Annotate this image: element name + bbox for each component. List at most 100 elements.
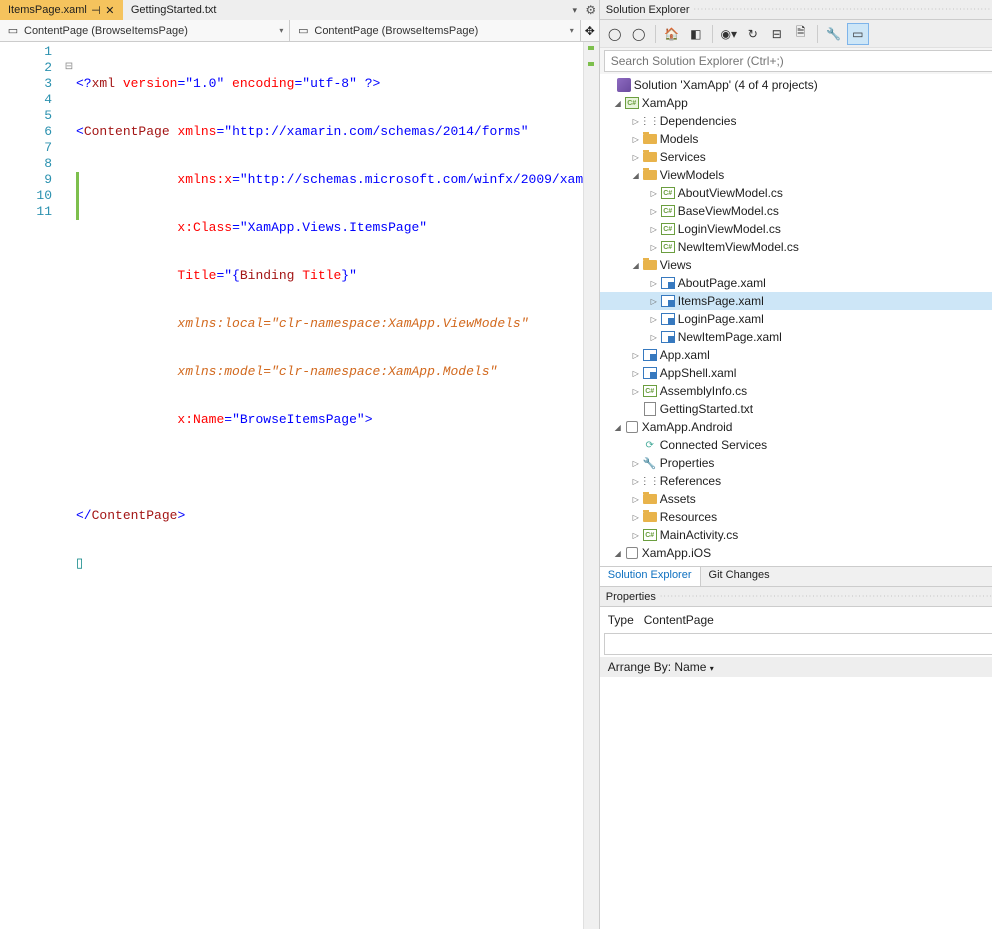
csproj-icon: C# <box>624 95 640 111</box>
expand-icon[interactable]: ▷ <box>648 315 660 324</box>
back-icon[interactable]: ◯ <box>604 23 626 45</box>
tree-project-android[interactable]: XamApp.Android <box>642 420 733 434</box>
sync-icon[interactable]: ↻ <box>742 23 764 45</box>
tab-gettingstarted[interactable]: GettingStarted.txt <box>123 0 225 20</box>
tree-item[interactable]: LoginViewModel.cs <box>678 222 781 236</box>
tree-item[interactable]: NewItemViewModel.cs <box>678 240 799 254</box>
tab-itemspage[interactable]: ItemsPage.xaml ⊣ ✕ <box>0 0 123 20</box>
tree-item[interactable]: AppShell.xaml <box>660 366 737 380</box>
home-icon[interactable]: 🏠 <box>661 23 683 45</box>
tree-item-models[interactable]: Models <box>660 132 699 146</box>
expand-icon[interactable]: ▷ <box>630 351 642 360</box>
tree-item[interactable]: BaseViewModel.cs <box>678 204 779 218</box>
android-proj-icon <box>624 419 640 435</box>
expand-icon[interactable]: ▷ <box>648 207 660 216</box>
expand-icon[interactable]: ▷ <box>648 243 660 252</box>
tab-git-changes[interactable]: Git Changes <box>701 567 778 586</box>
expand-icon[interactable]: ▷ <box>630 135 642 144</box>
tab-settings-icon[interactable]: ⚙ <box>583 3 599 17</box>
tree-item[interactable]: AboutViewModel.cs <box>678 186 783 200</box>
connected-services-icon: ⟳ <box>642 437 658 453</box>
tree-item-dependencies[interactable]: Dependencies <box>660 114 737 128</box>
fold-toggle[interactable]: ⊟ <box>62 60 76 76</box>
tab-label: ItemsPage.xaml <box>8 4 87 16</box>
expand-icon[interactable]: ▷ <box>648 189 660 198</box>
expand-icon[interactable]: ▷ <box>648 333 660 342</box>
expand-icon[interactable]: ◢ <box>612 549 624 558</box>
expand-icon[interactable]: ▷ <box>630 387 642 396</box>
tree-item[interactable]: MainActivity.cs <box>660 528 738 542</box>
tree-item-views[interactable]: Views <box>660 258 692 272</box>
tab-overflow-icon[interactable]: ▾ <box>567 5 583 16</box>
tree-item-viewmodels[interactable]: ViewModels <box>660 168 724 182</box>
tree-project-ios[interactable]: XamApp.iOS <box>642 546 711 560</box>
expand-icon[interactable]: ◢ <box>630 171 642 180</box>
expand-icon[interactable]: ◢ <box>612 99 624 108</box>
tab-solution-explorer[interactable]: Solution Explorer <box>600 566 701 586</box>
solution-tree[interactable]: Solution 'XamApp' (4 of 4 projects) ◢C#X… <box>600 74 992 566</box>
solution-search-input[interactable] <box>605 54 992 68</box>
expand-icon[interactable]: ▷ <box>630 513 642 522</box>
wrench-icon: 🔧 <box>642 455 658 471</box>
expand-icon[interactable]: ▷ <box>648 225 660 234</box>
nav-member-label: ContentPage (BrowseItemsPage) <box>314 25 478 37</box>
tree-item-itemspage[interactable]: ItemsPage.xaml <box>678 294 764 308</box>
tree-item[interactable]: References <box>660 474 721 488</box>
chevron-down-icon: ▾ <box>710 664 714 673</box>
expand-icon[interactable]: ▷ <box>648 279 660 288</box>
type-value: ContentPage <box>644 613 714 627</box>
properties-search[interactable]: 🔍 <box>604 633 992 655</box>
text-file-icon <box>642 401 658 417</box>
nav-scope-dropdown[interactable]: ▭ ContentPage (BrowseItemsPage) ▾ <box>0 20 290 42</box>
solution-explorer-header: Solution Explorer ⋅⋅⋅⋅⋅⋅⋅⋅⋅⋅⋅⋅⋅⋅⋅⋅⋅⋅⋅⋅⋅⋅… <box>600 0 992 20</box>
tree-project-xamapp[interactable]: XamApp <box>642 96 688 110</box>
switch-views-icon[interactable]: ◧ <box>685 23 707 45</box>
tab-label: GettingStarted.txt <box>131 4 217 16</box>
close-icon[interactable]: ✕ <box>105 4 115 17</box>
properties-panel: Properties ⋅⋅⋅⋅⋅⋅⋅⋅⋅⋅⋅⋅⋅⋅⋅⋅⋅⋅⋅⋅⋅⋅⋅⋅⋅⋅⋅⋅⋅… <box>600 586 992 929</box>
folder-icon <box>642 149 658 165</box>
tree-item[interactable]: GettingStarted.txt <box>660 402 753 416</box>
expand-icon[interactable]: ▷ <box>630 153 642 162</box>
overview-ruler[interactable] <box>583 42 599 929</box>
pin-icon[interactable]: ⊣ <box>91 4 101 17</box>
tree-item[interactable]: Resources <box>660 510 717 524</box>
expand-icon[interactable]: ▷ <box>630 459 642 468</box>
collapse-all-icon[interactable]: ⊟ <box>766 23 788 45</box>
tree-item[interactable]: AboutPage.xaml <box>678 276 766 290</box>
tree-item[interactable]: Assets <box>660 492 696 506</box>
expand-icon[interactable]: ▷ <box>630 369 642 378</box>
forward-icon[interactable]: ◯ <box>628 23 650 45</box>
tree-item[interactable]: NewItemPage.xaml <box>678 330 782 344</box>
fold-column: ⊟ <box>62 42 76 929</box>
properties-icon[interactable]: 🔧 <box>823 23 845 45</box>
tree-item[interactable]: LoginPage.xaml <box>678 312 764 326</box>
navigation-bar: ▭ ContentPage (BrowseItemsPage) ▾ ▭ Cont… <box>0 20 599 42</box>
show-all-files-icon[interactable]: 🗎 <box>790 23 812 45</box>
properties-search-input[interactable] <box>605 637 992 651</box>
cs-file-icon: C# <box>660 239 676 255</box>
pending-changes-filter-icon[interactable]: ◉▾ <box>718 23 740 45</box>
expand-icon[interactable]: ◢ <box>612 423 624 432</box>
tree-item-services[interactable]: Services <box>660 150 706 164</box>
tree-item[interactable]: Properties <box>660 456 715 470</box>
expand-icon[interactable]: ▷ <box>630 495 642 504</box>
expand-icon[interactable]: ▷ <box>630 531 642 540</box>
arrange-by-dropdown[interactable]: Arrange By: Name ▾ <box>600 657 992 677</box>
document-tabs: ItemsPage.xaml ⊣ ✕ GettingStarted.txt ▾ … <box>0 0 599 20</box>
tree-item[interactable]: AssemblyInfo.cs <box>660 384 747 398</box>
tree-solution-root[interactable]: Solution 'XamApp' (4 of 4 projects) <box>634 78 818 92</box>
code-editor[interactable]: 1234567891011 ⊟ <?xml version="1.0" enco… <box>0 42 599 929</box>
expand-icon[interactable]: ▷ <box>648 297 660 306</box>
panel-title: Properties <box>606 591 656 603</box>
cs-file-icon: C# <box>642 527 658 543</box>
preview-selected-icon[interactable]: ▭ <box>847 23 869 45</box>
tree-item[interactable]: Connected Services <box>660 438 767 452</box>
split-icon[interactable]: ✥ <box>581 24 599 38</box>
folder-icon <box>642 167 658 183</box>
expand-icon[interactable]: ◢ <box>630 261 642 270</box>
side-panels: Solution Explorer ⋅⋅⋅⋅⋅⋅⋅⋅⋅⋅⋅⋅⋅⋅⋅⋅⋅⋅⋅⋅⋅⋅… <box>600 0 992 929</box>
tree-item[interactable]: App.xaml <box>660 348 710 362</box>
nav-member-dropdown[interactable]: ▭ ContentPage (BrowseItemsPage) ▾ <box>290 20 580 42</box>
solution-search[interactable]: 🔍 ▾ <box>604 50 992 72</box>
